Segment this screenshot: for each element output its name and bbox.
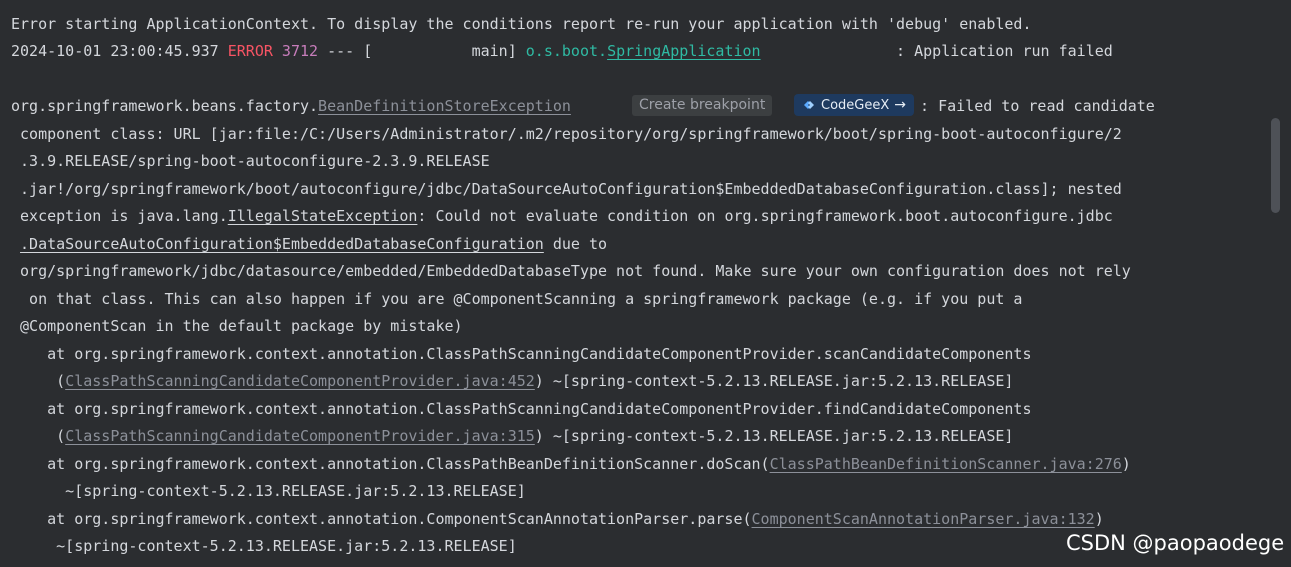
- source-file-link[interactable]: ClassPathScanningCandidateComponentProvi…: [65, 372, 535, 390]
- codegeex-logo-icon: [804, 101, 814, 109]
- source-file-link[interactable]: ComponentScanAnnotationParser.java:132: [752, 510, 1095, 528]
- exception-package: org.springframework.beans.factory.: [11, 97, 319, 115]
- codegeex-label: CodeGeeX: [821, 97, 890, 113]
- console-wrap-line: org/springframework/jdbc/datasource/embe…: [11, 262, 1131, 280]
- csdn-watermark: CSDN @paopaodege: [1066, 531, 1285, 555]
- log-thread: --- [ main]: [318, 42, 526, 60]
- stack-frame-source-line: (ClassPathScanningCandidateComponentProv…: [11, 427, 1014, 445]
- arrow-right-icon: →: [894, 97, 906, 113]
- stack-frame-continuation: ~[spring-context-5.2.13.RELEASE.jar:5.2.…: [11, 537, 517, 555]
- console-wrap-line: .jar!/org/springframework/boot/autoconfi…: [11, 180, 1122, 198]
- scrollbar-thumb[interactable]: [1271, 118, 1280, 213]
- stack-frame-continuation: ~[spring-context-5.2.13.RELEASE.jar:5.2.…: [11, 482, 526, 500]
- vertical-scrollbar[interactable]: [1271, 0, 1291, 567]
- exception-class-link[interactable]: BeanDefinitionStoreException: [318, 97, 571, 115]
- log-level-error: ERROR: [227, 42, 273, 60]
- datasource-autoconfig-link[interactable]: .DataSourceAutoConfiguration$EmbeddedDat…: [20, 235, 544, 253]
- console-wrap-line: on that class. This can also happen if y…: [11, 290, 1023, 308]
- create-breakpoint-button[interactable]: Create breakpoint: [632, 95, 773, 116]
- log-logger-prefix: o.s.boot.: [525, 42, 608, 60]
- console-line-exception: org.springframework.beans.factory.BeanDe…: [11, 96, 571, 116]
- source-file-link[interactable]: ClassPathScanningCandidateComponentProvi…: [65, 427, 535, 445]
- console-wrap-line: component class: URL [jar:file:/C:/Users…: [11, 125, 1122, 143]
- console-line-log-error: 2024-10-01 23:00:45.937 ERROR 3712 --- […: [11, 41, 1113, 61]
- exception-message-tail: : Failed to read candidate: [911, 97, 1155, 115]
- console-line-error-starting: Error starting ApplicationContext. To di…: [11, 15, 1032, 33]
- logger-class-link[interactable]: SpringApplication: [607, 42, 761, 60]
- console-wrap-line: @ComponentScan in the default package by…: [11, 317, 463, 335]
- console-output: Error starting ApplicationContext. To di…: [0, 0, 1270, 567]
- source-file-link[interactable]: ClassPathBeanDefinitionScanner.java:276: [770, 455, 1122, 473]
- console-wrap-line: .3.9.RELEASE/spring-boot-autoconfigure-2…: [11, 152, 490, 170]
- console-wrap-line: exception is java.lang.IllegalStateExcep…: [11, 207, 1113, 225]
- illegal-state-exception-link[interactable]: IllegalStateException: [228, 207, 418, 225]
- stack-frame-line: at org.springframework.context.annotatio…: [11, 455, 1131, 473]
- stack-frame-line: at org.springframework.context.annotatio…: [11, 510, 1104, 528]
- stack-frame-line: at org.springframework.context.annotatio…: [11, 345, 1032, 363]
- log-message: : Application run failed: [760, 42, 1113, 60]
- log-timestamp: 2024-10-01 23:00:45.937: [11, 42, 228, 60]
- log-pid: 3712: [272, 42, 319, 60]
- stack-frame-line: at org.springframework.context.annotatio…: [11, 400, 1032, 418]
- codegeex-button[interactable]: CodeGeeX →: [794, 94, 914, 116]
- console-wrap-line: .DataSourceAutoConfiguration$EmbeddedDat…: [20, 235, 608, 253]
- stack-frame-source-line: (ClassPathScanningCandidateComponentProv…: [11, 372, 1014, 390]
